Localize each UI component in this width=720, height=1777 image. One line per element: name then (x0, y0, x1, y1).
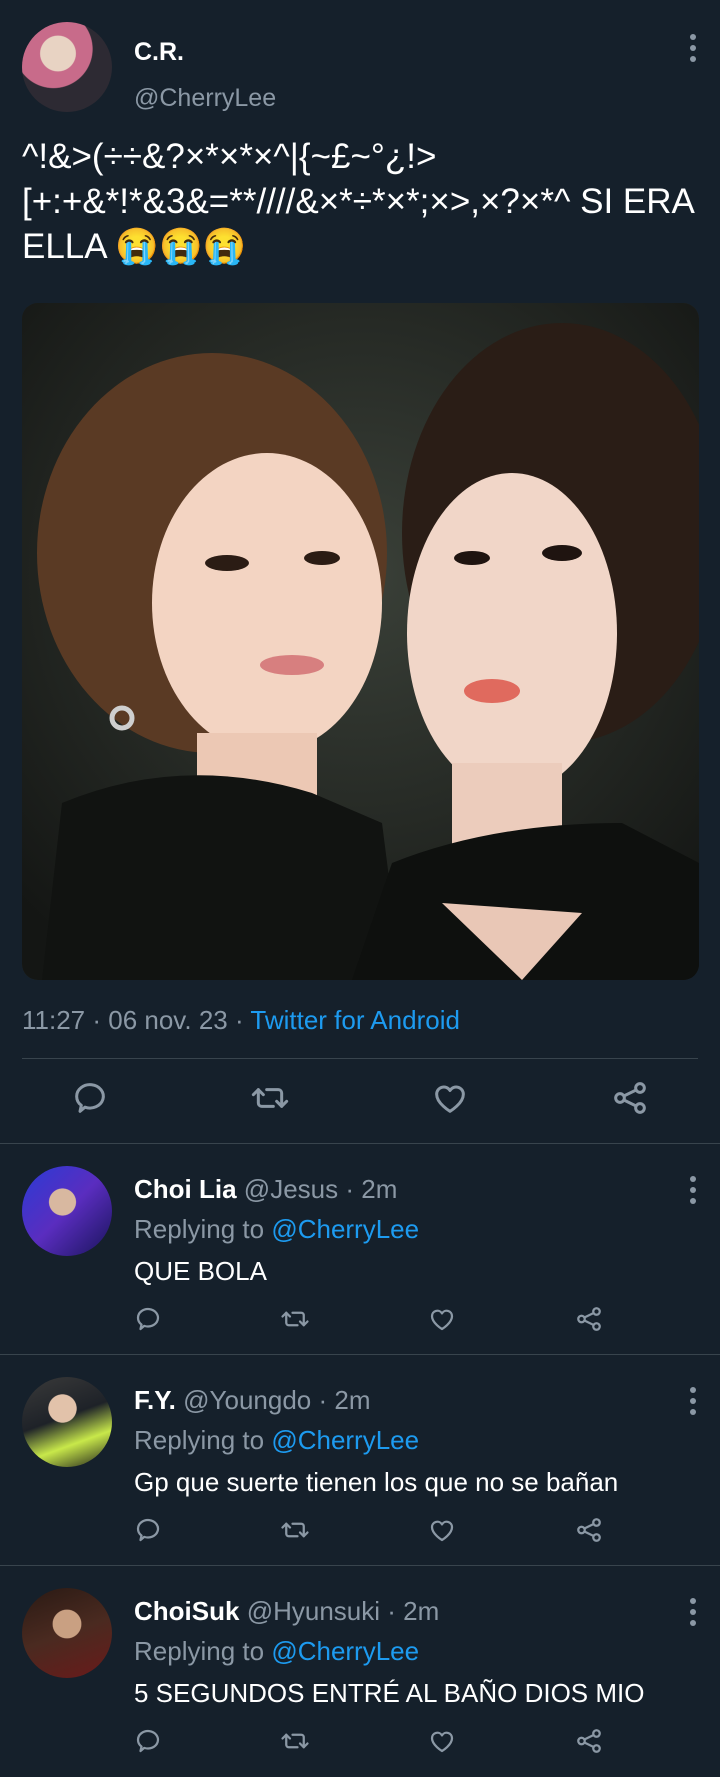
reply-header: F.Y. @Youngdo · 2m (134, 1385, 371, 1416)
share-icon[interactable] (610, 1078, 650, 1118)
reply-actions (0, 1304, 720, 1338)
share-icon[interactable] (574, 1515, 604, 1545)
retweet-icon[interactable] (250, 1078, 290, 1118)
reply-icon[interactable] (70, 1078, 110, 1118)
reply-icon[interactable] (133, 1304, 163, 1334)
main-tweet: C.R. @CherryLee ^!&>(÷÷&?×*×*×^|{~£~°¿!>… (0, 0, 720, 1143)
tweet-client-link[interactable]: Twitter for Android (250, 1005, 460, 1035)
reply-header: Choi Lia @Jesus · 2m (134, 1174, 397, 1205)
like-icon[interactable] (427, 1726, 457, 1756)
reply-item[interactable]: Choi Lia @Jesus · 2m Replying to @Cherry… (0, 1144, 720, 1354)
replying-to-link[interactable]: @CherryLee (271, 1636, 419, 1666)
author-avatar[interactable] (22, 22, 112, 112)
reply-text: Gp que suerte tienen los que no se bañan (134, 1467, 619, 1497)
share-icon[interactable] (574, 1304, 604, 1334)
reply-author-handle[interactable]: @Jesus (244, 1174, 338, 1204)
more-options-icon[interactable] (690, 1387, 696, 1415)
like-icon[interactable] (430, 1078, 470, 1118)
reply-author-handle[interactable]: @Youngdo (183, 1385, 311, 1415)
reply-actions (0, 1726, 720, 1760)
tweet-photo[interactable] (22, 303, 699, 980)
reply-avatar[interactable] (22, 1377, 112, 1467)
reply-item[interactable]: F.Y. @Youngdo · 2m Replying to @CherryLe… (0, 1355, 720, 1565)
replying-to: Replying to @CherryLee (134, 1214, 419, 1245)
reply-avatar[interactable] (22, 1588, 112, 1678)
more-options-icon[interactable] (690, 34, 696, 62)
reply-text: 5 SEGUNDOS ENTRÉ AL BAÑO DIOS MIO (134, 1678, 645, 1708)
reply-author-name[interactable]: Choi Lia (134, 1174, 237, 1204)
reply-author-name[interactable]: ChoiSuk (134, 1596, 239, 1626)
replying-prefix: Replying to (134, 1636, 272, 1666)
more-options-icon[interactable] (690, 1176, 696, 1204)
tweet-meta: 11:27 · 06 nov. 23 · Twitter for Android (22, 1005, 460, 1036)
reply-actions (0, 1515, 720, 1549)
reply-author-handle[interactable]: @Hyunsuki (247, 1596, 380, 1626)
reply-icon[interactable] (133, 1726, 163, 1756)
reply-time: · 2m (338, 1174, 398, 1204)
reply-time: · 2m (380, 1596, 440, 1626)
like-icon[interactable] (427, 1515, 457, 1545)
tweet-actions (0, 1078, 720, 1122)
like-icon[interactable] (427, 1304, 457, 1334)
share-icon[interactable] (574, 1726, 604, 1756)
replying-prefix: Replying to (134, 1214, 272, 1244)
replying-to-link[interactable]: @CherryLee (271, 1425, 419, 1455)
reply-avatar[interactable] (22, 1166, 112, 1256)
retweet-icon[interactable] (280, 1304, 310, 1334)
tweet-text: ^!&>(÷÷&?×*×*×^|{~£~°¿!>[+:+&*!*&3&=**//… (22, 137, 693, 266)
divider (22, 1058, 698, 1059)
reply-header: ChoiSuk @Hyunsuki · 2m (134, 1596, 439, 1627)
replying-prefix: Replying to (134, 1425, 272, 1455)
reply-icon[interactable] (133, 1515, 163, 1545)
replying-to-link[interactable]: @CherryLee (271, 1214, 419, 1244)
photo-of-two-women (22, 303, 699, 980)
author-name[interactable]: C.R. (134, 38, 184, 67)
author-handle[interactable]: @CherryLee (134, 84, 276, 113)
more-options-icon[interactable] (690, 1598, 696, 1626)
reply-author-name[interactable]: F.Y. (134, 1385, 176, 1415)
retweet-icon[interactable] (280, 1726, 310, 1756)
reply-item[interactable]: ChoiSuk @Hyunsuki · 2m Replying to @Cher… (0, 1566, 720, 1777)
replying-to: Replying to @CherryLee (134, 1425, 419, 1456)
retweet-icon[interactable] (280, 1515, 310, 1545)
reply-time: · 2m (311, 1385, 371, 1415)
reply-text: QUE BOLA (134, 1256, 267, 1286)
tweet-time: 11:27 · 06 nov. 23 · (22, 1005, 251, 1035)
replying-to: Replying to @CherryLee (134, 1636, 419, 1667)
